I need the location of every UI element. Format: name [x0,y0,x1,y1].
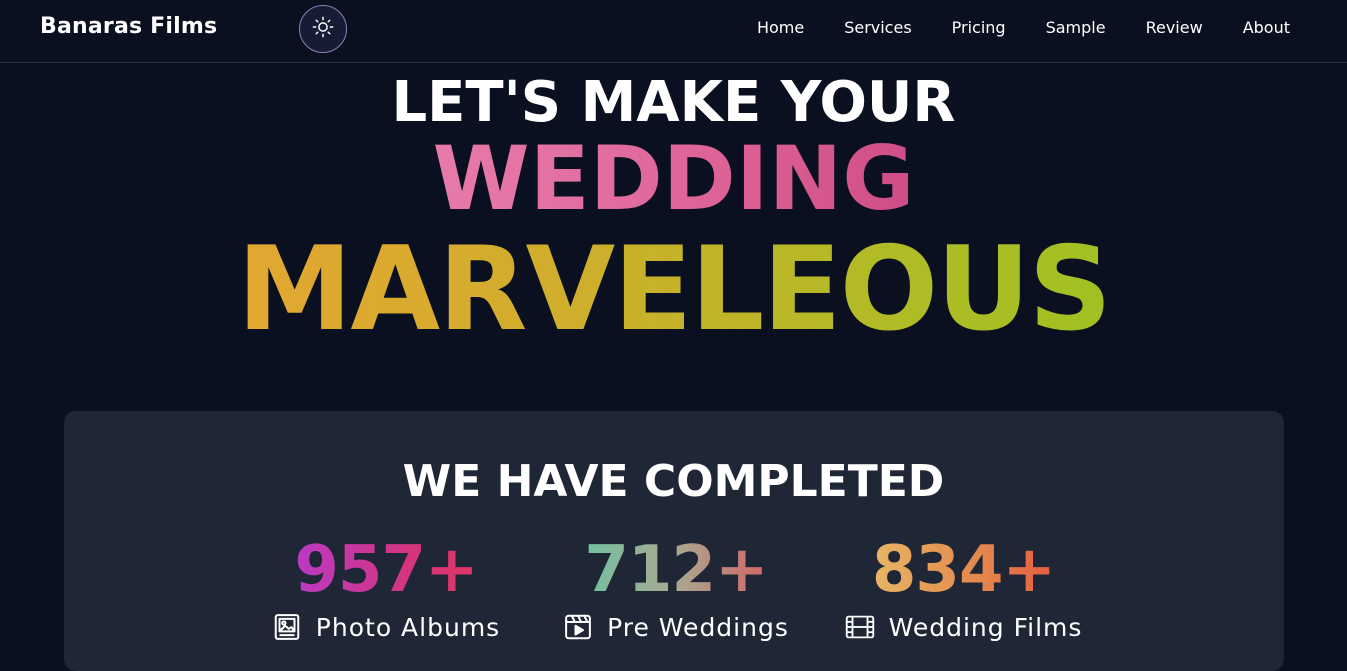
stats-title: WE HAVE COMPLETED [402,456,945,507]
stat-pre-weddings: 712+ Pre Weddings [556,532,796,642]
image-icon [272,612,302,642]
nav-link-home[interactable]: Home [757,18,804,37]
theme-toggle-button[interactable] [299,5,347,53]
hero-heading-line2: WEDDING [0,130,1347,228]
film-icon [845,612,875,642]
nav-link-about[interactable]: About [1243,18,1290,37]
stat-label-row: Pre Weddings [556,612,796,642]
hero-heading-line1: LET'S MAKE YOUR [391,70,956,135]
nav-menu: Home Services Pricing Sample Review Abou… [757,18,1290,37]
sun-icon [312,16,334,43]
hero-heading-line3: MARVELEOUS [0,228,1347,352]
stat-number: 712+ [556,532,796,608]
navbar: Banaras Films Home Services Pricing Samp… [0,0,1347,63]
brand-logo[interactable]: Banaras Films [40,14,217,39]
stat-label: Wedding Films [888,612,1083,642]
stat-label: Pre Weddings [607,612,789,642]
stat-photo-albums: 957+ Photo Albums [266,532,506,642]
stat-wedding-films: 834+ Wedding Films [836,532,1091,642]
stat-number: 957+ [266,532,506,608]
stat-label: Photo Albums [315,612,501,642]
nav-link-services[interactable]: Services [844,18,911,37]
nav-link-review[interactable]: Review [1146,18,1203,37]
nav-link-pricing[interactable]: Pricing [952,18,1006,37]
stat-label-row: Wedding Films [836,612,1091,642]
video-icon [563,612,593,642]
stat-number: 834+ [836,532,1091,608]
nav-link-sample[interactable]: Sample [1046,18,1106,37]
stat-label-row: Photo Albums [266,612,506,642]
